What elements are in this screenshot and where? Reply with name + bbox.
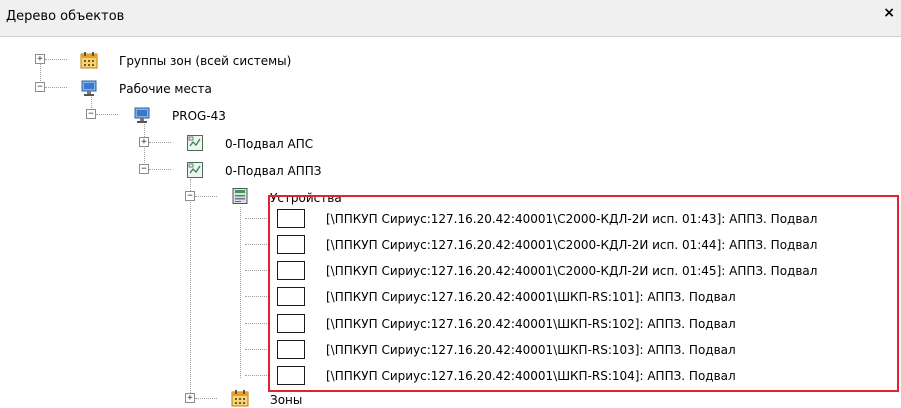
monitor-icon bbox=[134, 107, 150, 123]
calendar-icon bbox=[231, 390, 249, 407]
tree-guide bbox=[195, 196, 217, 197]
tree-guide bbox=[195, 398, 217, 399]
panel-title: Дерево объектов bbox=[6, 9, 125, 24]
plan-icon bbox=[187, 135, 203, 151]
tree-label: Рабочие места bbox=[119, 82, 212, 96]
tree-guide bbox=[96, 114, 118, 115]
highlight-frame bbox=[268, 195, 899, 392]
expand-icon[interactable]: + bbox=[139, 137, 149, 147]
tree-label: Зоны bbox=[270, 393, 303, 407]
calendar-icon bbox=[80, 52, 98, 69]
collapse-icon[interactable]: − bbox=[35, 82, 45, 92]
tree-guide bbox=[45, 87, 67, 88]
tree-guide bbox=[245, 375, 267, 376]
tree-guide bbox=[240, 207, 241, 378]
collapse-icon[interactable]: − bbox=[185, 191, 195, 201]
tree-guide bbox=[245, 218, 267, 219]
tree-label: 0-Подвал АПС bbox=[225, 137, 314, 151]
tree-guide bbox=[190, 179, 191, 403]
tree-label: PROG-43 bbox=[172, 109, 226, 123]
device-panel-icon bbox=[232, 188, 248, 204]
plan-icon bbox=[187, 162, 203, 178]
tree-guide bbox=[245, 296, 267, 297]
tree-label: Группы зон (всей системы) bbox=[119, 54, 292, 68]
monitor-icon bbox=[81, 80, 97, 96]
tree-label: 0-Подвал АППЗ bbox=[225, 164, 322, 178]
expand-icon[interactable]: + bbox=[35, 54, 45, 64]
tree-guide bbox=[245, 244, 267, 245]
close-icon[interactable]: × bbox=[883, 5, 895, 21]
tree-guide bbox=[245, 349, 267, 350]
tree-guide bbox=[245, 323, 267, 324]
tree-guide bbox=[149, 169, 171, 170]
tree-guide bbox=[149, 142, 171, 143]
expand-icon[interactable]: + bbox=[185, 393, 195, 403]
collapse-icon[interactable]: − bbox=[86, 109, 96, 119]
tree-guide bbox=[45, 59, 67, 60]
panel-header: Дерево объектов × bbox=[0, 0, 901, 37]
collapse-icon[interactable]: − bbox=[139, 164, 149, 174]
tree-guide bbox=[245, 270, 267, 271]
